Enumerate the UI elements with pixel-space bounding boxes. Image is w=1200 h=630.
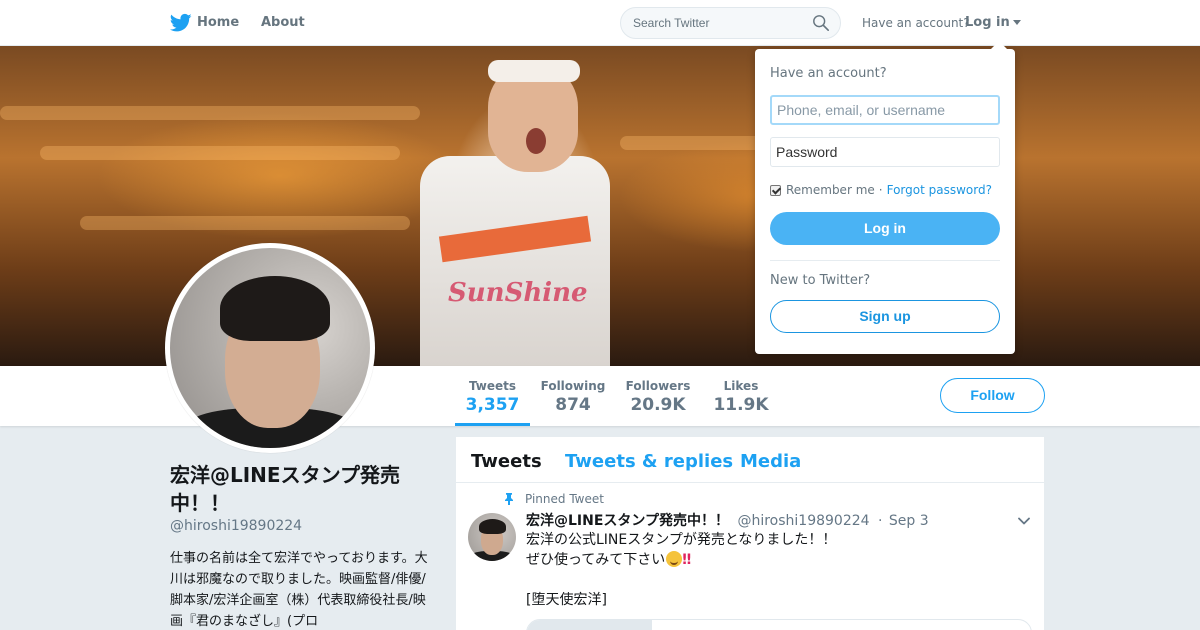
stat-likes[interactable]: Likes 11.9K bbox=[708, 366, 774, 426]
tweet-text-line bbox=[526, 570, 1026, 590]
profile-name[interactable]: 宏洋@LINEスタンプ発売中！！ bbox=[170, 461, 430, 517]
tweet-avatar-hair bbox=[479, 519, 506, 534]
banner-light-streak bbox=[0, 106, 420, 120]
login-button[interactable]: Log in bbox=[770, 212, 1000, 245]
login-dropdown-heading: Have an account? bbox=[770, 66, 887, 81]
tweet-media-thumbnail bbox=[527, 620, 652, 630]
remember-me-label[interactable]: Remember me bbox=[786, 183, 875, 197]
twitter-bird-icon[interactable] bbox=[170, 13, 192, 33]
search-box[interactable] bbox=[620, 7, 841, 39]
forgot-password-link[interactable]: Forgot password? bbox=[887, 183, 992, 197]
stat-value: 3,357 bbox=[465, 395, 520, 415]
banner-shirt-text: SunShine bbox=[448, 278, 588, 308]
banner-light-streak bbox=[80, 216, 410, 230]
caret-down-icon bbox=[1012, 20, 1021, 25]
tab-media[interactable]: Media bbox=[740, 451, 801, 472]
pinned-tweet-label: Pinned Tweet bbox=[525, 492, 604, 506]
chevron-down-icon[interactable] bbox=[1018, 515, 1030, 527]
banner-headband bbox=[488, 60, 580, 82]
stat-label: Following bbox=[540, 379, 606, 393]
username-field[interactable] bbox=[770, 95, 1000, 125]
tweet-author-handle[interactable]: @hiroshi19890224 bbox=[737, 513, 869, 529]
remember-me-row: Remember me · Forgot password? bbox=[770, 183, 992, 197]
search-icon[interactable] bbox=[812, 14, 830, 32]
tab-tweets[interactable]: Tweets bbox=[471, 451, 542, 472]
tweet-header: 宏洋@LINEスタンプ発売中！！ @hiroshi19890224 · Sep … bbox=[526, 510, 929, 530]
pin-icon bbox=[505, 493, 513, 505]
follow-button[interactable]: Follow bbox=[940, 378, 1045, 413]
stat-label: Tweets bbox=[468, 379, 517, 393]
tweet-meta-dot: · bbox=[878, 513, 883, 529]
tweet-author-avatar[interactable] bbox=[468, 513, 516, 561]
signup-button[interactable]: Sign up bbox=[770, 300, 1000, 333]
avatar-image bbox=[170, 248, 370, 448]
profile-handle[interactable]: @hiroshi19890224 bbox=[170, 518, 302, 534]
login-menu-toggle[interactable]: Log in bbox=[965, 15, 1021, 30]
stat-followers[interactable]: Followers 20.9K bbox=[622, 366, 694, 426]
profile-avatar[interactable] bbox=[165, 243, 375, 453]
tweet-author-name[interactable]: 宏洋@LINEスタンプ発売中！！ bbox=[526, 513, 729, 529]
have-account-text: Have an account? bbox=[862, 16, 970, 30]
dropdown-divider bbox=[770, 260, 1000, 261]
timeline-tabs: Tweets Tweets & replies Media bbox=[456, 437, 1044, 483]
avatar-hair bbox=[220, 276, 330, 341]
new-to-twitter-text: New to Twitter? bbox=[770, 273, 871, 288]
double-exclamation-emoji: ‼ bbox=[682, 552, 691, 568]
tweet-date[interactable]: Sep 3 bbox=[889, 513, 929, 529]
banner-light-streak bbox=[40, 146, 400, 160]
stat-value: 11.9K bbox=[713, 395, 769, 415]
profile-bio: 仕事の名前は全て宏洋でやっております。大川は邪魔なので取りました。映画監督/俳優… bbox=[170, 551, 428, 629]
login-menu-label: Log in bbox=[965, 15, 1010, 30]
stat-label: Likes bbox=[723, 379, 759, 393]
tweet-media-card[interactable] bbox=[526, 619, 1032, 630]
tweet-text-line: [堕天使宏洋] bbox=[526, 592, 607, 608]
stat-value: 20.9K bbox=[630, 395, 686, 415]
stat-value: 874 bbox=[555, 395, 591, 415]
tab-tweets-and-replies[interactable]: Tweets & replies bbox=[565, 451, 733, 472]
password-field[interactable] bbox=[770, 137, 1000, 167]
stat-following[interactable]: Following 874 bbox=[538, 366, 608, 426]
tweet-text-line: ぜひ使ってみて下さい bbox=[526, 552, 666, 568]
nav-home-link[interactable]: Home bbox=[197, 15, 239, 30]
tweet-text: 宏洋の公式LINEスタンプが発売となりました！！ ぜひ使ってみて下さい ‼ [堕天… bbox=[526, 530, 1026, 610]
remember-me-checkbox[interactable] bbox=[770, 184, 781, 196]
banner-person-mouth bbox=[526, 128, 546, 154]
login-dropdown: Have an account? Remember me · Forgot pa… bbox=[755, 41, 1015, 354]
search-input[interactable] bbox=[633, 8, 808, 38]
separator-dot: · bbox=[878, 183, 883, 197]
tweet-text-line-with-emoji: ぜひ使ってみて下さい ‼ bbox=[526, 550, 1026, 570]
tweet-text-line: 宏洋の公式LINEスタンプが発売となりました！！ bbox=[526, 532, 837, 548]
stat-tweets[interactable]: Tweets 3,357 bbox=[455, 366, 530, 426]
smiling-face-emoji-icon bbox=[666, 551, 683, 567]
nav-about-link[interactable]: About bbox=[261, 15, 305, 30]
stat-label: Followers bbox=[625, 379, 691, 393]
top-nav: Home About Have an account? Log in bbox=[0, 0, 1200, 46]
